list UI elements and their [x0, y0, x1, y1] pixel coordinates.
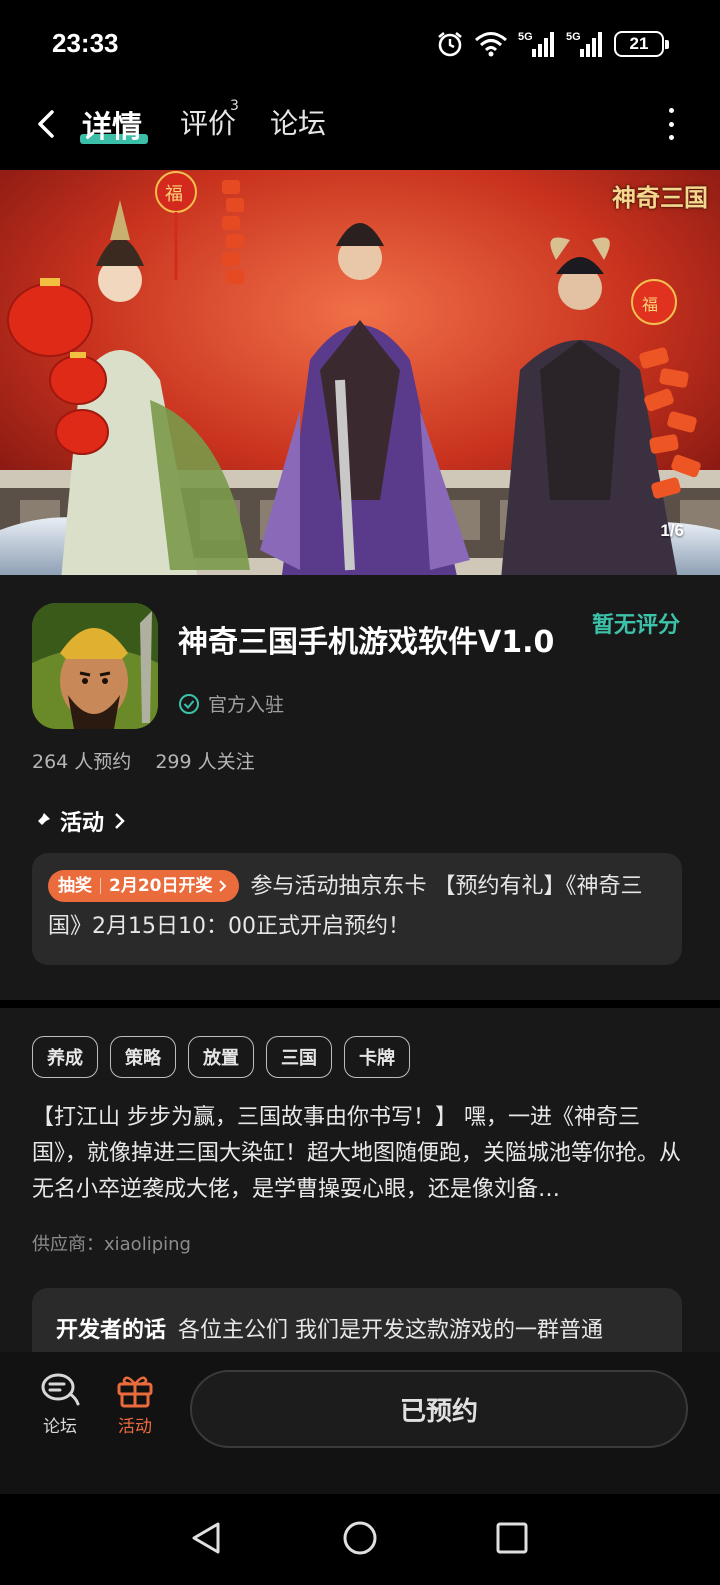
- svg-text:5G: 5G: [566, 31, 581, 43]
- tag-list: 养成 策略 放置 三国 卡牌: [32, 1036, 410, 1078]
- status-icons: 5G 5G 21: [436, 26, 669, 62]
- forum-chat-icon: [41, 1373, 80, 1406]
- gift-icon: [117, 1376, 153, 1408]
- more-options-icon[interactable]: [664, 108, 678, 140]
- signal-icon: 5G: [518, 31, 554, 57]
- nav-recents-icon[interactable]: [486, 1512, 538, 1564]
- carousel-counter: 1/6: [660, 521, 684, 540]
- tag-chip[interactable]: 放置: [188, 1036, 254, 1078]
- wifi-icon: [475, 32, 507, 57]
- official-verified: 官方入驻: [178, 690, 284, 717]
- app-icon: [32, 603, 158, 729]
- tag-chip[interactable]: 卡牌: [344, 1036, 410, 1078]
- developer-notes-text: 各位主公们 我们是开发这款游戏的一群普通: [178, 1318, 604, 1343]
- forum-label: 论坛: [43, 1417, 77, 1437]
- tab-details[interactable]: 详情: [82, 102, 142, 146]
- lottery-badge[interactable]: 抽奖 2月20日开奖: [48, 870, 239, 902]
- follower-count: 299 人关注: [155, 751, 255, 773]
- app-info-section: 神奇三国手机游戏软件V1.0 暂无评分 官方入驻 264 人预约 299 人关注…: [0, 575, 720, 1000]
- activity-card[interactable]: 抽奖 2月20日开奖 参与活动抽京东卡 【预约有礼】《神奇三国》2月15日10：…: [32, 853, 682, 965]
- developer-notes-label: 开发者的话: [56, 1318, 167, 1343]
- tab-reviews[interactable]: 评价: [180, 102, 236, 142]
- tab-forum[interactable]: 论坛: [270, 102, 326, 142]
- top-nav: 详情 评价 3 论坛: [0, 92, 720, 170]
- reserved-button[interactable]: 已预约: [190, 1370, 688, 1448]
- status-bar: 23:33 5G 5G 21: [0, 0, 720, 92]
- verified-check-icon: [179, 693, 199, 714]
- section-divider: [0, 1000, 720, 1008]
- app-stats: 264 人预约 299 人关注: [32, 747, 255, 774]
- activity-button[interactable]: 活动: [105, 1372, 165, 1437]
- game-description[interactable]: 【打江山 步步为赢，三国故事由你书写！】 嘿，一进《神奇三国》，就像掉进三国大染…: [32, 1100, 692, 1208]
- pin-icon: [34, 813, 50, 829]
- svg-text:5G: 5G: [518, 31, 533, 43]
- svg-text:福: 福: [165, 184, 183, 205]
- description-section: 养成 策略 放置 三国 卡牌 【打江山 步步为赢，三国故事由你书写！】 嘿，一进…: [0, 1008, 720, 1388]
- system-navigation-bar: [0, 1494, 720, 1585]
- chevron-right-icon: [218, 880, 226, 892]
- forum-button[interactable]: 论坛: [30, 1372, 90, 1437]
- banner-game-logo: 神奇三国: [612, 183, 708, 212]
- rating-label: 暂无评分: [591, 613, 680, 638]
- svg-text:福: 福: [642, 295, 658, 314]
- alarm-icon: [438, 31, 462, 57]
- bottom-action-bar: 论坛 活动 已预约: [0, 1352, 720, 1494]
- reservation-count: 264 人预约: [32, 751, 132, 773]
- status-time: 23:33: [52, 28, 119, 58]
- banner-artwork: 福 福: [0, 170, 720, 575]
- battery-indicator: 21: [614, 31, 669, 57]
- tag-chip[interactable]: 养成: [32, 1036, 98, 1078]
- activity-label: 活动: [118, 1417, 152, 1437]
- back-arrow-icon[interactable]: [28, 104, 68, 144]
- supplier-label: 供应商：xiaoliping: [32, 1234, 191, 1255]
- official-label: 官方入驻: [208, 694, 285, 716]
- tag-chip[interactable]: 策略: [110, 1036, 176, 1078]
- activity-title: 活动: [60, 811, 105, 836]
- nav-back-icon[interactable]: [180, 1512, 232, 1564]
- reviews-count-badge: 3: [230, 98, 239, 114]
- activity-header[interactable]: 活动: [32, 805, 128, 837]
- chevron-right-icon: [115, 813, 125, 829]
- tag-chip[interactable]: 三国: [266, 1036, 332, 1078]
- signal-icon: 5G: [566, 31, 602, 57]
- screenshot-carousel[interactable]: 福 福 神奇三国 1/6: [0, 170, 720, 575]
- nav-home-icon[interactable]: [334, 1512, 386, 1564]
- app-title: 神奇三国手机游戏软件V1.0: [178, 625, 555, 660]
